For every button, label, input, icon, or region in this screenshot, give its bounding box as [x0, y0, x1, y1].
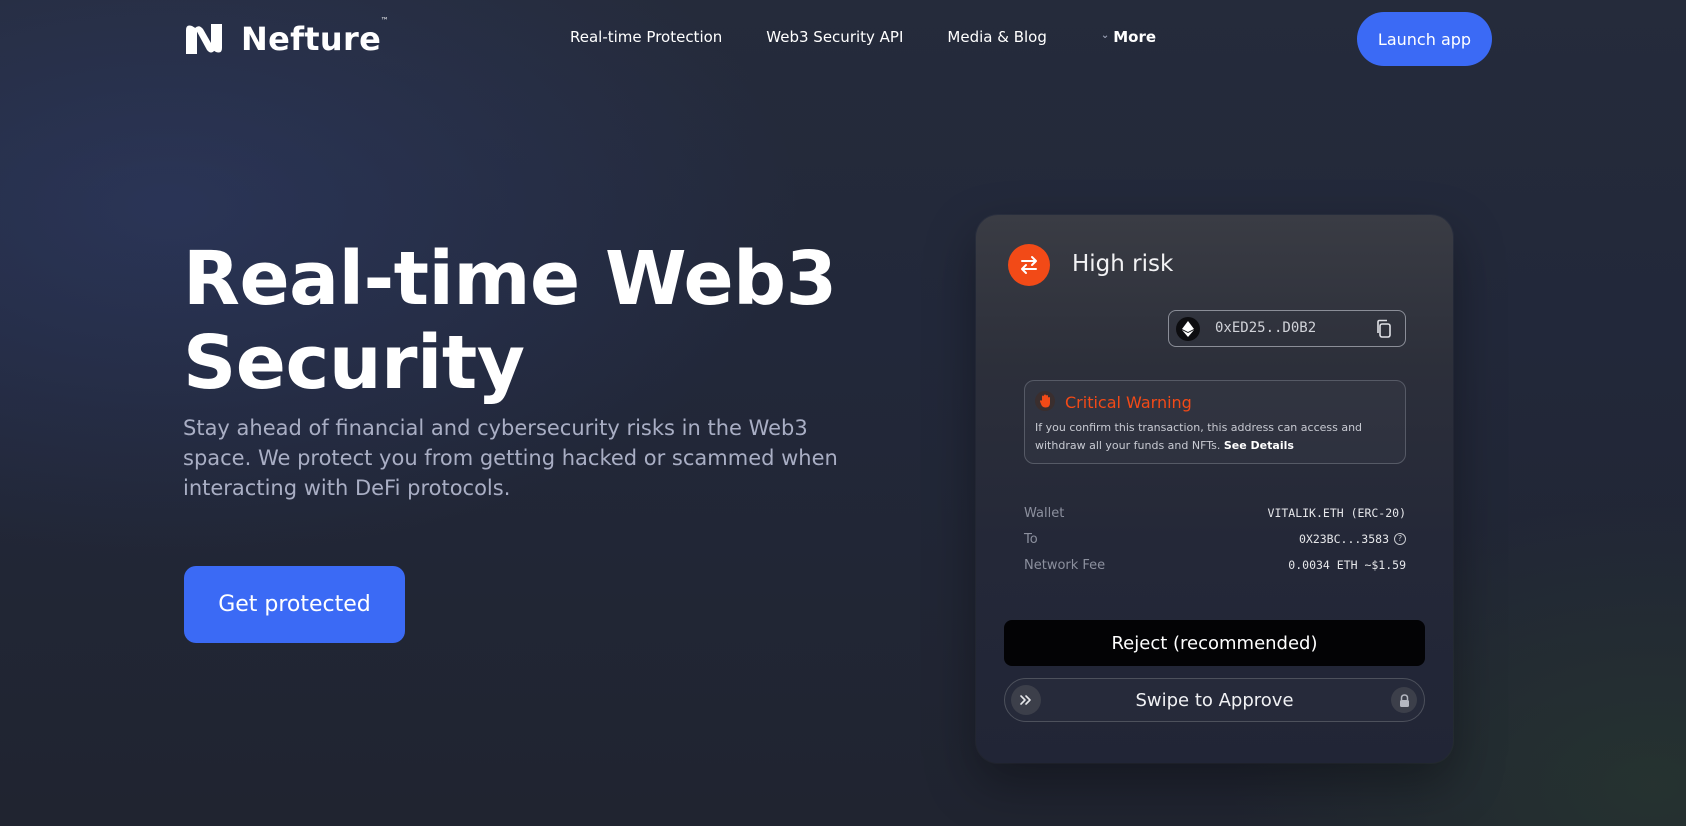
detail-value: 0X23BC...3583: [1298, 532, 1389, 546]
detail-row-wallet: Wallet VITALIK.ETH (ERC-20): [1024, 500, 1406, 526]
detail-value: VITALIK.ETH (ERC-20): [1267, 506, 1406, 520]
address-pill: 0xED25..D0B2: [1168, 310, 1406, 347]
ethereum-icon: [1176, 317, 1200, 341]
swap-arrows-icon: [1008, 244, 1050, 286]
detail-label: Wallet: [1024, 505, 1065, 521]
detail-label: To: [1024, 531, 1038, 547]
detail-label: Network Fee: [1024, 557, 1106, 573]
logo-text: Nefture ™: [241, 16, 390, 58]
nav-link-security-api[interactable]: Web3 Security API: [766, 28, 903, 46]
see-details-link[interactable]: See Details: [1224, 439, 1294, 452]
detail-value-with-info: 0X23BC...3583 ?: [1299, 532, 1406, 546]
info-icon[interactable]: ?: [1394, 533, 1406, 545]
double-chevron-right-icon[interactable]: [1011, 685, 1041, 715]
detail-row-network-fee: Network Fee 0.0034 ETH ~$1.59: [1024, 552, 1406, 578]
hero-title-line-2: Security: [183, 320, 525, 406]
logo[interactable]: Nefture ™: [183, 16, 390, 59]
warning-text: If you confirm this transaction, this ad…: [1035, 419, 1397, 455]
hero-title: Real-time Web3 Security: [183, 237, 903, 405]
copy-icon[interactable]: [1375, 319, 1393, 339]
hand-stop-icon: [1035, 391, 1055, 411]
logo-mark-icon: [183, 20, 225, 58]
swipe-to-approve-slider[interactable]: Swipe to Approve: [1004, 678, 1425, 722]
get-protected-button[interactable]: Get protected: [184, 566, 405, 643]
risk-level-title: High risk: [1072, 251, 1174, 277]
nav-link-realtime-protection[interactable]: Real-time Protection: [570, 28, 722, 46]
nav-link-media-blog[interactable]: Media & Blog: [947, 28, 1046, 46]
critical-warning-box: Critical Warning If you confirm this tra…: [1024, 380, 1406, 464]
warning-body: If you confirm this transaction, this ad…: [1035, 421, 1363, 452]
logo-trademark: ™: [380, 16, 390, 25]
transaction-details: Wallet VITALIK.ETH (ERC-20) To 0X23BC...…: [1024, 500, 1406, 578]
detail-row-to: To 0X23BC...3583 ?: [1024, 526, 1406, 552]
transaction-risk-card: High risk 0xED25..D0B2 Critical Warning …: [976, 215, 1453, 763]
hero-title-line-1: Real-time Web3: [183, 236, 837, 322]
warning-title: Critical Warning: [1065, 393, 1192, 412]
swipe-label: Swipe to Approve: [1135, 689, 1294, 711]
nav-more-dropdown[interactable]: ⌄ More: [1101, 28, 1156, 46]
reject-button[interactable]: Reject (recommended): [1004, 620, 1425, 666]
detail-value: 0.0034 ETH ~$1.59: [1288, 558, 1406, 572]
nav-more-label: More: [1113, 28, 1157, 46]
nav-links: Real-time Protection Web3 Security API M…: [570, 28, 1200, 46]
lock-icon: [1391, 687, 1417, 713]
top-nav: Nefture ™ Real-time Protection Web3 Secur…: [0, 0, 1686, 78]
chevron-down-icon: ⌄: [1100, 29, 1110, 41]
address-text: 0xED25..D0B2: [1215, 320, 1317, 336]
launch-app-button[interactable]: Launch app: [1357, 12, 1492, 66]
hero-subtitle: Stay ahead of financial and cybersecurit…: [183, 416, 838, 500]
